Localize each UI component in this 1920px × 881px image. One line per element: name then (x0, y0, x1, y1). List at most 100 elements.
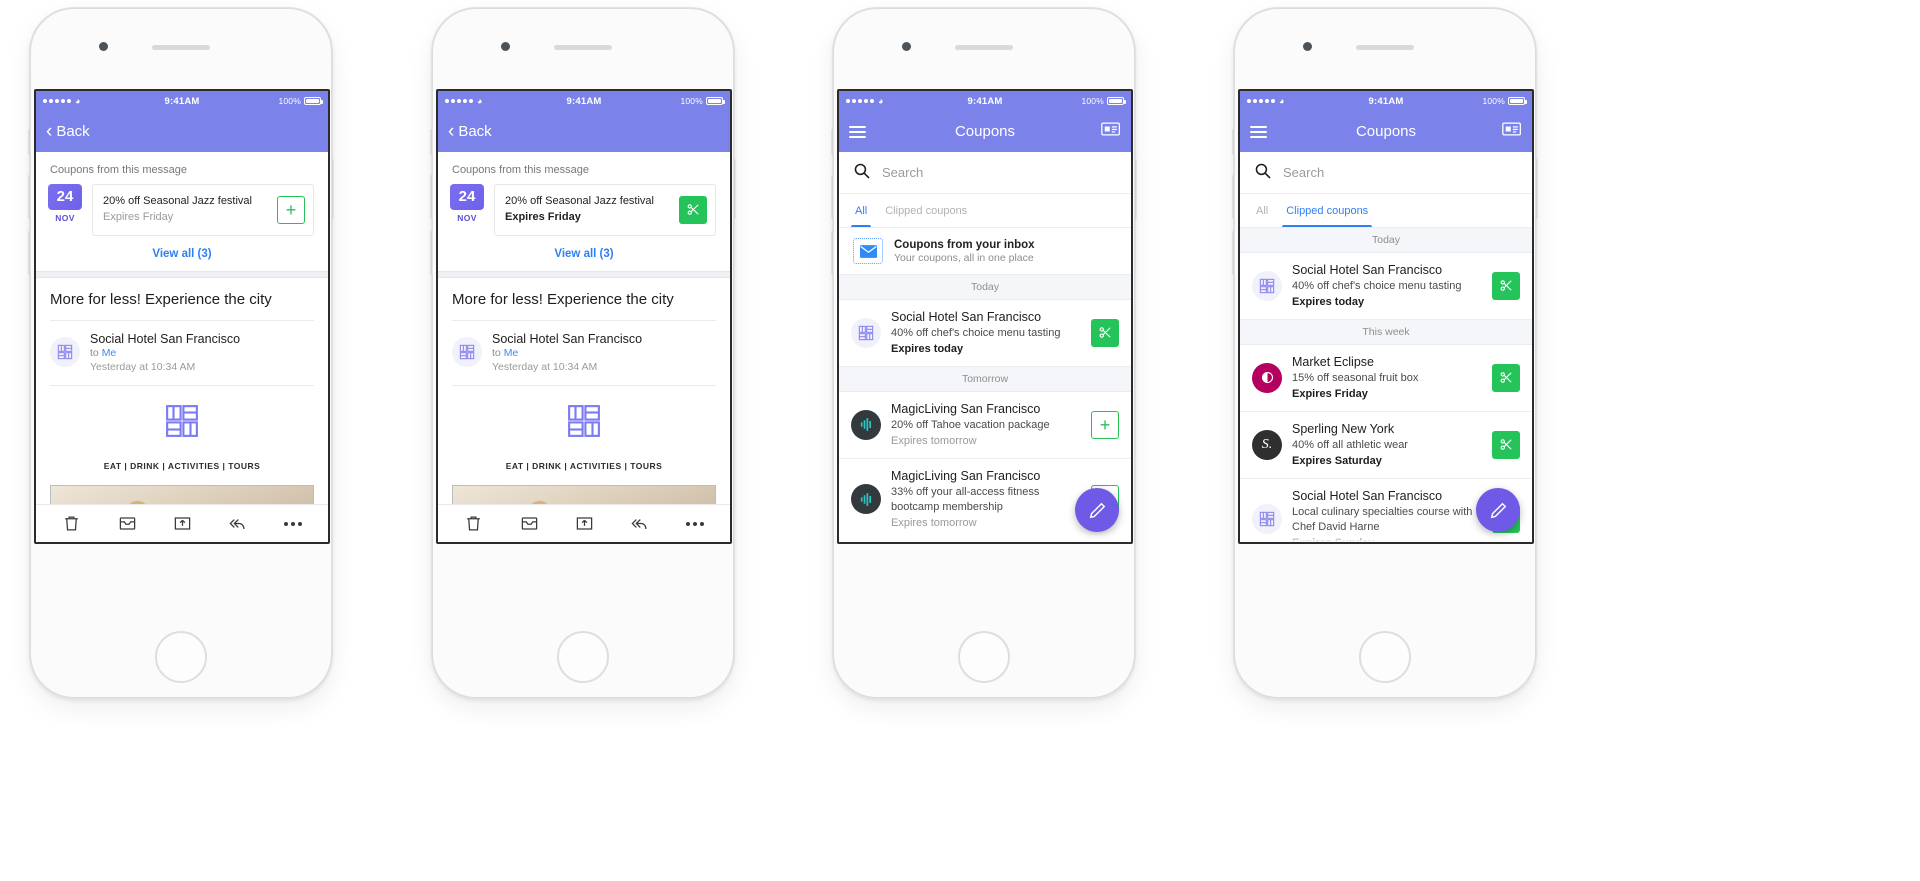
coupon-card-icon[interactable] (1502, 121, 1522, 142)
signal-strength-icon (1247, 99, 1275, 103)
sender-name: Social Hotel San Francisco (492, 331, 643, 346)
more-options-icon[interactable] (685, 521, 704, 526)
view-all-link[interactable]: View all (3) (36, 236, 328, 271)
scissors-icon[interactable] (1492, 271, 1520, 300)
coupon-text: 20% off Seasonal Jazz festival Expires F… (103, 194, 277, 226)
back-button[interactable]: ‹ Back (46, 122, 90, 141)
home-button[interactable] (1359, 631, 1411, 683)
battery-area: 100% (278, 96, 323, 106)
hamburger-menu-icon[interactable] (1250, 125, 1267, 138)
coupon-list-item[interactable]: Social Hotel San Francisco 40% off chef'… (839, 300, 1131, 367)
coupon-list-item[interactable]: MagicLiving San Francisco 20% off Tahoe … (839, 392, 1131, 459)
battery-area: 100% (680, 96, 725, 106)
coupon-list-item[interactable]: Social Hotel San Francisco (839, 541, 1131, 542)
search-icon (853, 162, 870, 184)
tab-clipped-coupons[interactable]: Clipped coupons (1282, 194, 1373, 227)
message-toolbar (36, 504, 328, 542)
coupon-text: 20% off Seasonal Jazz festival Expires F… (505, 194, 679, 226)
coupon-list-item[interactable]: Social Hotel San Francisco 40% off chef'… (1240, 253, 1532, 320)
page-title: Coupons (954, 123, 1016, 140)
page-title: Coupons (1355, 123, 1417, 140)
phone-3-device: ◕ 9:41AM 100% Coupons Search All Clipped… (831, 8, 1137, 698)
coupon-row[interactable]: 24 NOV 20% off Seasonal Jazz festival Ex… (36, 184, 328, 236)
move-to-folder-icon[interactable] (173, 514, 192, 533)
scissors-icon[interactable] (1492, 430, 1520, 459)
scissors-icon[interactable] (1492, 363, 1520, 392)
back-button[interactable]: ‹ Back (448, 122, 492, 141)
coupon-list-item[interactable]: Market Eclipse 15% off seasonal fruit bo… (1240, 345, 1532, 412)
search-bar[interactable]: Search (1240, 152, 1532, 194)
signal-area: ◕ (1247, 96, 1285, 106)
home-button[interactable] (958, 631, 1010, 683)
coupon-list-item[interactable]: S. Sperling New York 40% off all athleti… (1240, 412, 1532, 479)
eclipse-logo-icon (1261, 372, 1273, 384)
hamburger-menu-icon[interactable] (849, 125, 866, 138)
message-body: Coupons from this message 24 NOV 20% off… (36, 152, 328, 542)
tab-all[interactable]: All (1254, 194, 1270, 227)
tab-clipped-coupons[interactable]: Clipped coupons (883, 194, 969, 227)
coupon-card[interactable]: 20% off Seasonal Jazz festival Expires F… (92, 184, 314, 236)
scissors-icon[interactable] (1091, 318, 1119, 347)
coupons-section-header: Coupons from this message (50, 164, 187, 176)
plus-icon[interactable]: + (277, 195, 305, 224)
view-all-link[interactable]: View all (3) (438, 236, 730, 271)
battery-percent: 100% (278, 96, 301, 106)
more-options-icon[interactable] (283, 521, 302, 526)
sender-row[interactable]: Social Hotel San Francisco to Me Yesterd… (36, 321, 328, 385)
home-button[interactable] (155, 631, 207, 683)
search-input[interactable]: Search (1283, 165, 1324, 180)
signal-area: ◕ (846, 95, 884, 106)
coupon-day: 24 (48, 184, 82, 210)
coupon-card[interactable]: 20% off Seasonal Jazz festival Expires F… (494, 184, 716, 236)
coupon-month: NOV (457, 213, 477, 223)
delete-icon[interactable] (62, 514, 81, 533)
battery-area: 100% (1081, 96, 1126, 106)
delete-icon[interactable] (464, 514, 483, 533)
sender-row[interactable]: Social Hotel San Francisco to Me Yesterd… (438, 321, 730, 385)
earpiece-speaker (955, 45, 1013, 50)
scissors-icon[interactable] (679, 195, 707, 224)
move-to-folder-icon[interactable] (575, 514, 594, 533)
plus-icon[interactable]: + (1091, 410, 1119, 439)
battery-percent: 100% (1081, 96, 1104, 106)
chevron-left-icon: ‹ (46, 121, 53, 142)
reply-all-icon[interactable] (630, 514, 649, 533)
coupon-merchant: Social Hotel San Francisco (1292, 488, 1443, 503)
volume-up-button (831, 175, 834, 219)
volume-up-button (1232, 175, 1235, 219)
sender-recipient: to Me (492, 347, 642, 359)
search-input[interactable]: Search (882, 165, 923, 180)
coupon-merchant: MagicLiving San Francisco (891, 468, 1041, 483)
phone-2-device: ◕ 9:41AM 100% ‹ Back Coupons from this m… (430, 8, 736, 698)
compose-fab-button[interactable] (1476, 488, 1520, 532)
archive-icon[interactable] (520, 514, 539, 533)
recipient-name: Me (101, 346, 117, 359)
archive-icon[interactable] (118, 514, 137, 533)
message-body: Coupons from this message 24 NOV 20% off… (438, 152, 730, 542)
grid-logo-icon (1259, 512, 1275, 527)
inbox-promo-row[interactable]: Coupons from your inbox Your coupons, al… (839, 228, 1131, 275)
mute-switch (831, 129, 834, 155)
tab-all[interactable]: All (850, 194, 872, 227)
coupon-merchant: MagicLiving San Francisco (891, 401, 1041, 416)
avatar (50, 337, 80, 368)
home-button[interactable] (557, 631, 609, 683)
compose-pencil-icon (1089, 502, 1105, 518)
coupon-card-icon[interactable] (1101, 121, 1121, 142)
wifi-icon: ◕ (878, 95, 884, 106)
front-camera (99, 42, 108, 51)
phone-1-screen: ◕ 9:41AM 100% ‹ Back Coupons from this m… (34, 89, 330, 544)
coupon-date-chip: 24 NOV (450, 184, 484, 223)
coupon-text: MagicLiving San Francisco 20% off Tahoe … (891, 401, 1081, 449)
avatar (1252, 362, 1282, 393)
coupon-row[interactable]: 24 NOV 20% off Seasonal Jazz festival Ex… (438, 184, 730, 236)
nav-bar: ‹ Back (36, 111, 328, 152)
battery-icon (706, 97, 725, 105)
coupon-day: 24 (450, 184, 484, 210)
reply-all-icon[interactable] (228, 514, 247, 533)
search-bar[interactable]: Search (839, 152, 1131, 194)
mockup-stage: ◕ 9:41AM 100% ‹ Back Coupons from this m… (0, 0, 1920, 881)
compose-fab-button[interactable] (1075, 488, 1119, 532)
coupon-text: Market Eclipse 15% off seasonal fruit bo… (1292, 354, 1482, 402)
brand-tagline: EAT | DRINK | ACTIVITIES | TOURS (505, 460, 663, 471)
